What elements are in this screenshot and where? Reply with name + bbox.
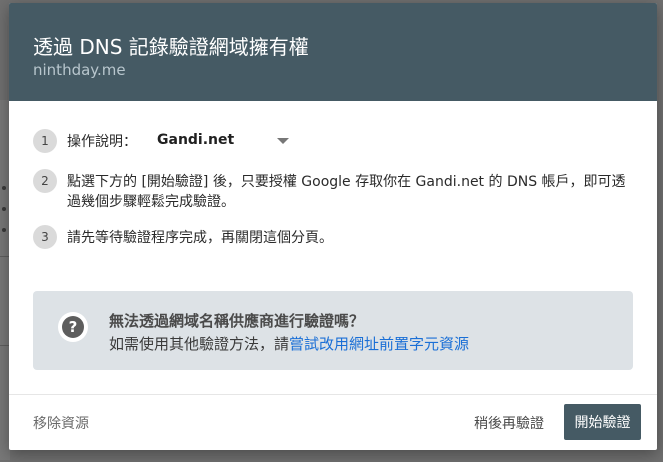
question-icon: ?: [62, 316, 84, 338]
help-title: 無法透過網域名稱供應商進行驗證嗎？: [109, 312, 365, 330]
start-verification-button[interactable]: 開始驗證: [564, 404, 641, 440]
step-text: 點選下方的 [開始驗證] 後，只要授權 Google 存取你在 Gandi.ne…: [67, 174, 626, 210]
step-number: 2: [33, 169, 57, 193]
help-body-text: 如需使用其他驗證方法，請: [109, 335, 290, 353]
verify-ownership-dialog: 透過 DNS 記錄驗證網域擁有權 ninthday.me 1 操作說明： Gan…: [9, 3, 657, 450]
domain-name: ninthday.me: [33, 61, 126, 79]
step-number: 3: [33, 225, 57, 249]
step-label: 操作說明：: [67, 134, 137, 150]
help-box: ? 無法透過網域名稱供應商進行驗證嗎？ 如需使用其他驗證方法，請嘗試改用網址前置…: [33, 291, 633, 370]
background-bullet: [2, 207, 6, 211]
help-body: 如需使用其他驗證方法，請嘗試改用網址前置字元資源: [109, 333, 469, 354]
background-bullet: [2, 186, 6, 190]
url-prefix-link[interactable]: 嘗試改用網址前置字元資源: [289, 335, 469, 353]
verify-later-button[interactable]: 稍後再驗證: [474, 413, 544, 433]
step-number: 1: [33, 129, 57, 153]
footer-divider: [9, 394, 657, 395]
step-text: 請先等待驗證程序完成，再關閉這個分頁。: [67, 230, 333, 246]
background-bullet: [2, 228, 6, 232]
dialog-header: 透過 DNS 記錄驗證網域擁有權 ninthday.me: [9, 3, 657, 101]
provider-select[interactable]: Gandi.net: [157, 132, 234, 148]
chevron-down-icon[interactable]: [277, 138, 289, 144]
dialog-title: 透過 DNS 記錄驗證網域擁有權: [33, 35, 309, 59]
remove-resource-button[interactable]: 移除資源: [33, 413, 89, 433]
